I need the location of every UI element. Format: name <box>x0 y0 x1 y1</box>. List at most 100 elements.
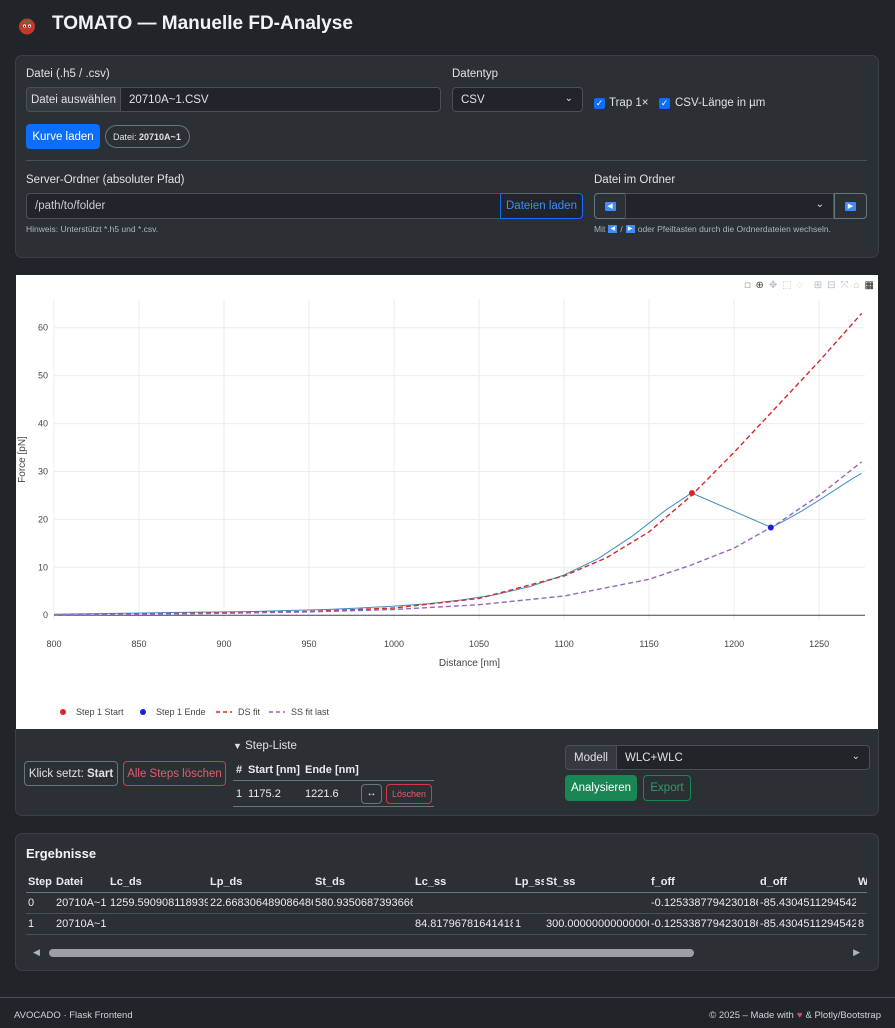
results-cell: 1 <box>28 918 35 930</box>
model-label: Modell <box>565 745 617 770</box>
analyze-button[interactable]: Analysieren <box>565 775 637 801</box>
prev-file-button[interactable]: ◀ <box>594 193 626 219</box>
file-badge-value: 20710A~1 <box>139 131 181 142</box>
results-cell: -0.1253387794230186 <box>651 918 758 930</box>
results-cell: 8 <box>858 918 865 930</box>
y-tick-label: 0 <box>43 610 48 620</box>
x-tick-label: 1200 <box>724 639 744 649</box>
data-trace <box>53 472 862 615</box>
step-table-header: # Start [nm] Ende [nm] <box>233 759 434 781</box>
scrollbar-thumb[interactable] <box>49 949 694 957</box>
results-header-cell: Lp_ss <box>515 876 544 888</box>
csv-length-label: CSV-Länge in µm <box>675 97 766 109</box>
step-marker <box>767 524 774 531</box>
chart-svg: 800 850 900 950 1000 1050 1100 1150 1200 1250 0 10 2… <box>17 299 865 717</box>
results-header-cell: f_off <box>651 876 675 888</box>
scroll-right-icon[interactable]: ▶ <box>853 947 860 958</box>
step-list-title: Step-Liste <box>245 740 297 752</box>
zoom-out-icon[interactable]: ⊟ <box>827 280 835 291</box>
triangle-down-icon: ▼ <box>233 741 242 751</box>
results-header-cell: Datei <box>56 876 83 888</box>
y-tick-label: 50 <box>38 371 48 381</box>
folder-file-select[interactable]: ⌄ <box>625 193 834 219</box>
server-folder-input[interactable]: /path/to/folder <box>26 193 502 219</box>
zoom-in-icon[interactable]: ⊞ <box>814 280 822 291</box>
results-cell: -0.1253387794230186 <box>651 897 758 909</box>
file-badge-prefix: Datei: <box>113 131 137 142</box>
camera-icon[interactable]: ◘ <box>744 280 750 291</box>
box-select-icon[interactable]: ⬚ <box>782 280 791 291</box>
force-distance-plot[interactable]: ◘ ⊕ ✥ ⬚ ◌ ⊞ ⊟ ⤧ ⌂ ▦ 800 850 900 950 1000 1050… <box>16 275 878 729</box>
tomato-logo-icon <box>19 18 35 35</box>
choose-file-button[interactable]: Datei auswählen <box>26 87 121 112</box>
model-select[interactable]: WLC+WLC ⌄ <box>616 745 870 770</box>
step-row-start: 1175.2 <box>248 787 281 800</box>
x-tick-label: 900 <box>217 639 232 649</box>
folder-nav-hint: Mit ◀ / ▶ oder Pfeiltasten durch die Ord… <box>594 224 831 234</box>
load-files-button[interactable]: Dateien laden <box>500 193 583 219</box>
export-button[interactable]: Export <box>643 775 691 801</box>
results-table: Step Datei Lc_ds Lp_ds St_ds Lc_ss Lp_ss St_ss f… <box>26 872 867 935</box>
delete-step-button[interactable]: Löschen <box>386 783 432 804</box>
footer-right: © 2025 – Made with ♥ & Plotly/Bootstrap <box>709 1010 881 1021</box>
step-list-toggle[interactable]: ▼ Step-Liste <box>233 740 297 752</box>
step-table: # Start [nm] Ende [nm] 1 1175.2 1221.6 ↔… <box>233 759 434 807</box>
results-header-cell: Step <box>28 876 52 888</box>
results-header-cell: Lc_ss <box>415 876 447 888</box>
legend-marker <box>140 709 146 715</box>
plot-toolbar: ◘ ⊕ ✥ ⬚ ◌ ⊞ ⊟ ⤧ ⌂ ▦ <box>744 280 874 291</box>
footer-right-a: © 2025 – Made with <box>709 1010 794 1021</box>
results-title: Ergebnisse <box>26 846 97 861</box>
results-cell: 20710A~1 <box>56 918 107 930</box>
footer-left: AVOCADO · Flask Frontend <box>14 1010 133 1021</box>
click-mode-prefix: Klick setzt: <box>28 767 84 780</box>
x-tick-label: 1150 <box>639 639 658 649</box>
autoscale-icon[interactable]: ⤧ <box>841 280 849 291</box>
next-key-icon: ▶ <box>625 225 635 233</box>
results-cell: 300.00000000000006 <box>546 918 649 930</box>
y-tick-label: 60 <box>38 323 48 333</box>
footer-divider <box>0 997 895 998</box>
y-tick-label: 10 <box>38 562 48 572</box>
load-curve-button[interactable]: Kurve laden <box>26 124 100 149</box>
results-header-cell: St_ss <box>546 876 576 888</box>
horizontal-scrollbar[interactable]: ◀ ▶ <box>26 946 867 960</box>
format-hint: Hinweis: Unterstützt *.h5 und *.csv. <box>26 224 159 234</box>
csv-length-checkbox[interactable]: ✓ <box>659 98 670 109</box>
click-mode-value: Start <box>86 767 114 780</box>
step-col-n: # <box>236 763 243 776</box>
chevron-down-icon: ⌄ <box>815 199 824 210</box>
results-cell: 1259.590908118939 <box>110 897 208 909</box>
clear-steps-button[interactable]: Alle Steps löschen <box>123 761 226 786</box>
legend-marker <box>60 709 66 715</box>
server-folder-label: Server-Ordner (absoluter Pfad) <box>26 174 185 186</box>
legend-label: DS fit <box>238 707 261 717</box>
reset-axes-icon[interactable]: ⌂ <box>854 280 860 291</box>
lasso-icon[interactable]: ◌ <box>797 280 803 291</box>
results-cell: 84.81796781641418 <box>415 918 513 930</box>
results-header-cell: Lp_ds <box>210 876 243 888</box>
results-cell: 22.668306489086486 <box>210 897 313 909</box>
plotly-logo-icon[interactable]: ▦ <box>865 280 874 291</box>
model-value: WLC+WLC <box>625 751 683 764</box>
next-arrow-icon: ▶ <box>845 201 856 211</box>
next-file-button[interactable]: ▶ <box>834 193 867 219</box>
folder-file-label: Datei im Ordner <box>594 174 676 186</box>
results-cell: 20710A~1 <box>56 897 107 909</box>
fit-line <box>53 312 863 616</box>
swap-step-button[interactable]: ↔ <box>361 783 382 804</box>
results-header-cell: St_ds <box>315 876 345 888</box>
datatype-select[interactable]: CSV ⌄ <box>452 87 583 112</box>
table-row: 0 20710A~1 1259.590908118939 22.66830648908… <box>26 893 867 914</box>
x-tick-label: 850 <box>131 639 146 649</box>
x-tick-label: 1250 <box>809 639 829 649</box>
step-row-end: 1221.6 <box>305 787 339 800</box>
heart-icon: ♥ <box>796 1010 803 1021</box>
file-name-display[interactable]: 20710A~1.CSV <box>120 87 441 112</box>
y-tick-label: 30 <box>38 466 48 476</box>
scroll-left-icon[interactable]: ◀ <box>33 947 40 958</box>
zoom-icon[interactable]: ⊕ <box>756 280 764 291</box>
pan-icon[interactable]: ✥ <box>769 280 777 291</box>
click-mode-button[interactable]: Klick setzt: Start <box>24 761 118 786</box>
trap-checkbox[interactable]: ✓ <box>594 98 605 109</box>
